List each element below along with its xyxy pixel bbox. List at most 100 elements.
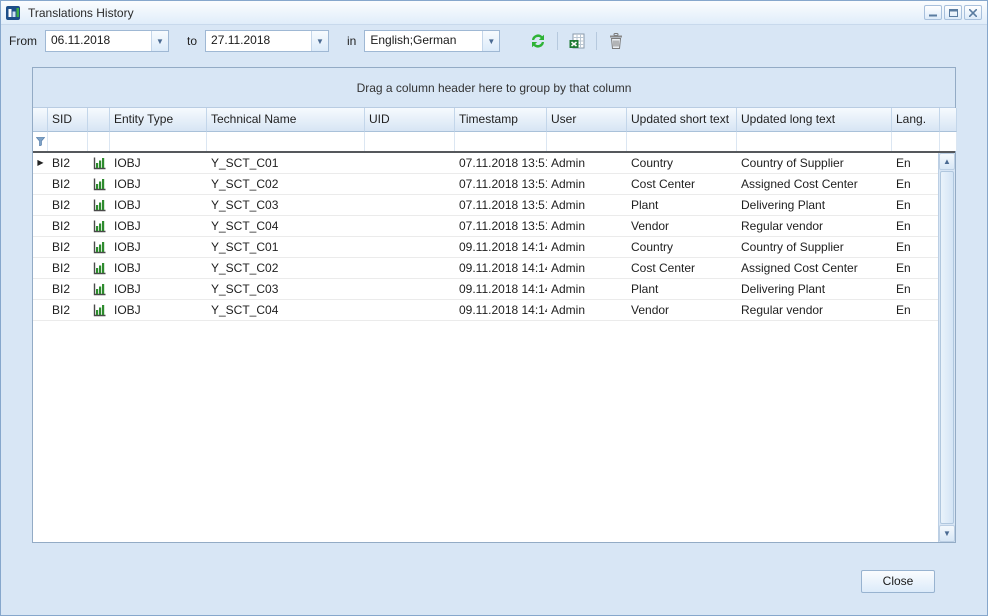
infoobject-icon xyxy=(93,157,106,170)
table-row[interactable]: ▶ BI2 IOBJ Y_SCT_C03 09.11.2018 14:14 Ad… xyxy=(33,279,938,300)
cell-entity-type: IOBJ xyxy=(110,216,207,237)
column-header-icon[interactable] xyxy=(88,108,110,132)
from-date-value: 06.11.2018 xyxy=(46,31,151,51)
minimize-button[interactable] xyxy=(924,5,942,20)
cell-entity-type: IOBJ xyxy=(110,279,207,300)
cell-entity-icon xyxy=(88,258,110,279)
export-excel-button[interactable] xyxy=(565,29,589,53)
chevron-down-icon[interactable]: ▼ xyxy=(482,31,499,51)
column-header-updated-long-text[interactable]: Updated long text xyxy=(737,108,892,132)
language-select[interactable]: English;German ▼ xyxy=(364,30,500,52)
filter-cell-entity-type[interactable] xyxy=(110,132,207,151)
scroll-up-icon[interactable]: ▲ xyxy=(939,153,955,170)
table-row[interactable]: ▶ BI2 IOBJ Y_SCT_C01 09.11.2018 14:14 Ad… xyxy=(33,237,938,258)
column-header-user[interactable]: User xyxy=(547,108,627,132)
vertical-scrollbar[interactable]: ▲ ▼ xyxy=(938,153,955,542)
row-indicator-cell: ▶ xyxy=(33,237,48,258)
cell-updated-short-text: Vendor xyxy=(627,216,737,237)
cell-updated-long-text: Delivering Plant xyxy=(737,279,892,300)
cell-sid: BI2 xyxy=(48,153,88,174)
cell-technical-name: Y_SCT_C01 xyxy=(207,153,365,174)
cell-lang: En xyxy=(892,195,940,216)
column-header-entity-type[interactable]: Entity Type xyxy=(110,108,207,132)
toolbar-separator xyxy=(596,32,597,50)
cell-lang: En xyxy=(892,300,940,321)
filter-cell-icon[interactable] xyxy=(88,132,110,151)
filter-cell-updated-short-text[interactable] xyxy=(627,132,737,151)
cell-uid xyxy=(365,174,455,195)
translations-history-window: Translations History From 06.11.2018 ▼ t… xyxy=(0,0,988,616)
group-by-panel[interactable]: Drag a column header here to group by th… xyxy=(33,68,955,108)
to-date-input[interactable]: 27.11.2018 ▼ xyxy=(205,30,329,52)
row-indicator-cell: ▶ xyxy=(33,195,48,216)
column-header-row: SID Entity Type Technical Name UID Times… xyxy=(33,108,955,132)
cell-updated-short-text: Country xyxy=(627,153,737,174)
scrollbar-thumb[interactable] xyxy=(940,171,954,524)
infoobject-icon xyxy=(93,283,106,296)
close-button[interactable] xyxy=(964,5,982,20)
cell-sid: BI2 xyxy=(48,279,88,300)
cell-technical-name: Y_SCT_C01 xyxy=(207,237,365,258)
to-date-value: 27.11.2018 xyxy=(206,31,311,51)
filter-cell-updated-long-text[interactable] xyxy=(737,132,892,151)
filter-indicator-cell[interactable] xyxy=(33,132,48,151)
cell-sid: BI2 xyxy=(48,237,88,258)
chevron-down-icon[interactable]: ▼ xyxy=(151,31,168,51)
titlebar: Translations History xyxy=(1,1,987,25)
cell-user: Admin xyxy=(547,258,627,279)
close-dialog-button[interactable]: Close xyxy=(861,570,935,593)
cell-timestamp: 09.11.2018 14:14 xyxy=(455,258,547,279)
cell-entity-type: IOBJ xyxy=(110,258,207,279)
chevron-down-icon[interactable]: ▼ xyxy=(311,31,328,51)
table-row[interactable]: ▶ BI2 IOBJ Y_SCT_C03 07.11.2018 13:51 Ad… xyxy=(33,195,938,216)
cell-sid: BI2 xyxy=(48,195,88,216)
column-header-sid[interactable]: SID xyxy=(48,108,88,132)
cell-uid xyxy=(365,153,455,174)
row-indicator-cell: ▶ xyxy=(33,153,48,174)
filter-cell-technical-name[interactable] xyxy=(207,132,365,151)
column-header-technical-name[interactable]: Technical Name xyxy=(207,108,365,132)
infoobject-icon xyxy=(93,241,106,254)
cell-timestamp: 07.11.2018 13:51 xyxy=(455,195,547,216)
cell-uid xyxy=(365,195,455,216)
scroll-down-icon[interactable]: ▼ xyxy=(939,525,955,542)
cell-updated-short-text: Cost Center xyxy=(627,174,737,195)
column-header-timestamp[interactable]: Timestamp xyxy=(455,108,547,132)
column-header-uid[interactable]: UID xyxy=(365,108,455,132)
cell-sid: BI2 xyxy=(48,300,88,321)
delete-button[interactable] xyxy=(604,29,628,53)
filter-cell-user[interactable] xyxy=(547,132,627,151)
cell-updated-long-text: Country of Supplier xyxy=(737,153,892,174)
cell-updated-long-text: Delivering Plant xyxy=(737,195,892,216)
table-row[interactable]: ▶ BI2 IOBJ Y_SCT_C02 07.11.2018 13:51 Ad… xyxy=(33,174,938,195)
table-row[interactable]: ▶ BI2 IOBJ Y_SCT_C01 07.11.2018 13:51 Ad… xyxy=(33,153,938,174)
cell-sid: BI2 xyxy=(48,174,88,195)
cell-updated-long-text: Assigned Cost Center xyxy=(737,174,892,195)
cell-updated-short-text: Country xyxy=(627,237,737,258)
table-row[interactable]: ▶ BI2 IOBJ Y_SCT_C02 09.11.2018 14:14 Ad… xyxy=(33,258,938,279)
cell-user: Admin xyxy=(547,195,627,216)
filter-cell-lang[interactable] xyxy=(892,132,940,151)
cell-lang: En xyxy=(892,153,940,174)
row-indicator-cell: ▶ xyxy=(33,216,48,237)
filter-cell-sid[interactable] xyxy=(48,132,88,151)
row-indicator-cell: ▶ xyxy=(33,279,48,300)
refresh-button[interactable] xyxy=(526,29,550,53)
column-header-lang[interactable]: Lang. xyxy=(892,108,940,132)
minimize-icon xyxy=(929,9,937,17)
from-date-input[interactable]: 06.11.2018 ▼ xyxy=(45,30,169,52)
cell-entity-type: IOBJ xyxy=(110,237,207,258)
column-header-updated-short-text[interactable]: Updated short text xyxy=(627,108,737,132)
cell-user: Admin xyxy=(547,237,627,258)
table-row[interactable]: ▶ BI2 IOBJ Y_SCT_C04 07.11.2018 13:51 Ad… xyxy=(33,216,938,237)
filter-cell-timestamp[interactable] xyxy=(455,132,547,151)
filter-cell-uid[interactable] xyxy=(365,132,455,151)
export-excel-icon xyxy=(569,33,585,49)
cell-updated-short-text: Vendor xyxy=(627,300,737,321)
translations-grid: Drag a column header here to group by th… xyxy=(32,67,956,543)
cell-sid: BI2 xyxy=(48,258,88,279)
from-label: From xyxy=(9,34,37,48)
maximize-button[interactable] xyxy=(944,5,962,20)
table-row[interactable]: ▶ BI2 IOBJ Y_SCT_C04 09.11.2018 14:14 Ad… xyxy=(33,300,938,321)
cell-technical-name: Y_SCT_C04 xyxy=(207,300,365,321)
